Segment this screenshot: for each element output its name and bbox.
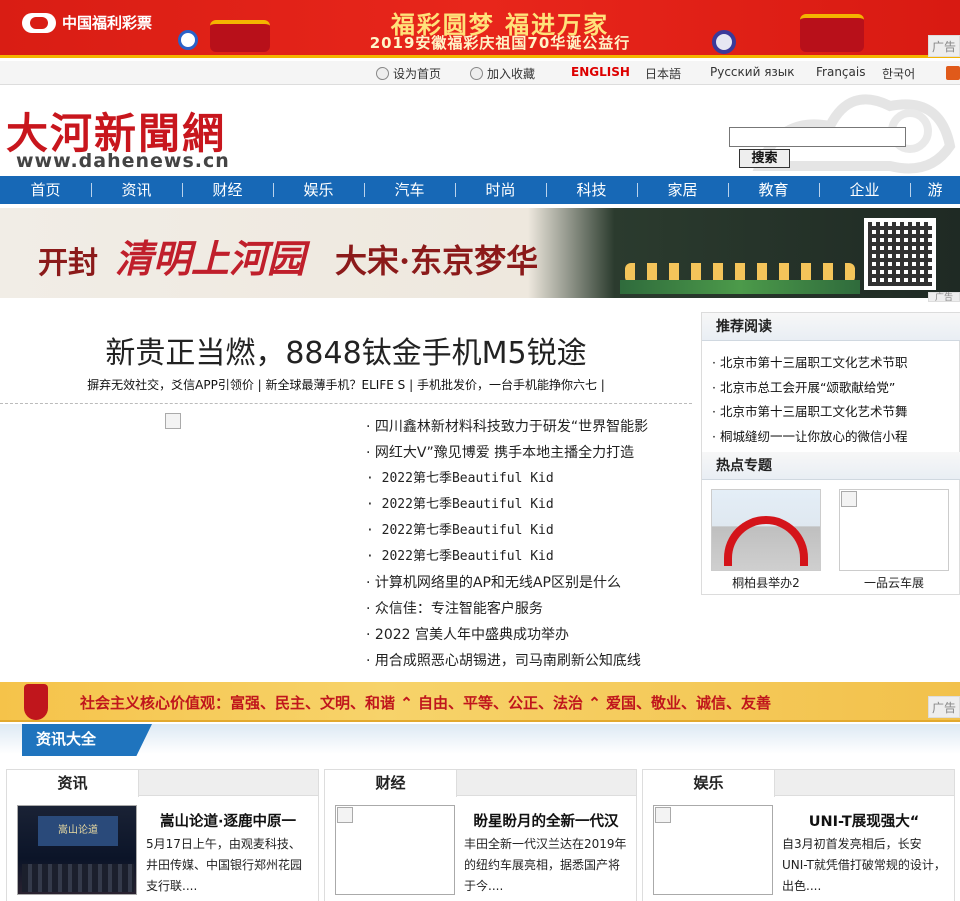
stage-lights-icon: [620, 280, 860, 294]
list-item[interactable]: · 2022第七季Beautiful Kid: [366, 518, 686, 544]
lottery-logo-icon: [22, 12, 56, 33]
recommend-heading: 推荐阅读: [702, 313, 960, 341]
lang-korean-link[interactable]: 한국어: [882, 65, 915, 82]
column-summary: 5月17日上午，由观麦科技、井田传媒、中国银行郑州花园支行联....: [146, 837, 303, 893]
banner-text-kaifeng: 开封: [38, 246, 98, 281]
gift-box-icon: [210, 20, 270, 52]
list-item[interactable]: · 北京市第十三届职工文化艺术节舞: [712, 400, 952, 425]
lang-russian-link[interactable]: Русский язык: [710, 65, 795, 79]
broken-image-icon: [337, 807, 353, 823]
list-item[interactable]: · 2022 宫美人年中盛典成功举办: [366, 622, 686, 648]
tab-news[interactable]: 资讯: [7, 770, 139, 797]
nav-item-home-living[interactable]: 家居: [637, 176, 728, 204]
sub-link[interactable]: 新全球最薄手机？ELIFE S: [266, 378, 406, 392]
column-summary: 丰田全新一代汉兰达在2019年的纽约车展亮相，据悉国产将于今....: [464, 837, 627, 893]
topic-image[interactable]: [839, 489, 949, 571]
divider: [0, 403, 692, 404]
nav-item-home[interactable]: 首页: [0, 176, 91, 204]
topic-image[interactable]: [711, 489, 821, 571]
welfare-lottery-logo: 中国福利彩票: [22, 12, 152, 33]
lottery-ball-icon: [178, 30, 198, 50]
banner-text-dream: 大宋·东京梦华: [335, 242, 539, 280]
list-item[interactable]: · 北京市总工会开展“颂歌献给党”: [712, 376, 952, 401]
broken-image-icon[interactable]: [165, 413, 181, 429]
list-item[interactable]: · 网红大V”豫见博爱 携手本地主播全力打造: [366, 440, 686, 466]
core-values-banner: 社会主义核心价值观：富强、民主、文明、和谐 ⌃ 自由、平等、公正、法治 ⌃ 爱国…: [0, 682, 960, 722]
qr-code-icon: [864, 218, 936, 290]
sub-link[interactable]: 摒弃无效社交，爻信APP引领价: [87, 378, 254, 392]
site-url: www.dahenews.cn: [16, 150, 230, 172]
sub-link[interactable]: 手机批发价，一台手机能挣你六七: [417, 378, 597, 392]
recommend-list: · 北京市第十三届职工文化艺术节职 · 北京市总工会开展“颂歌献给党” · 北京…: [712, 351, 952, 449]
ad-label: 广告: [928, 35, 960, 57]
hot-topics-heading: 热点专题: [702, 452, 960, 480]
tab-entertainment[interactable]: 娱乐: [643, 770, 775, 797]
section-title: 资讯大全: [22, 724, 152, 756]
lottery-ball-icon: [712, 30, 736, 54]
nav-item-news[interactable]: 资讯: [91, 176, 182, 204]
audience-icon: [22, 864, 134, 892]
nav-item-auto[interactable]: 汽车: [364, 176, 455, 204]
plus-icon: [470, 67, 483, 80]
list-item[interactable]: · 四川鑫林新材料科技致力于研发“世界智能影: [366, 414, 686, 440]
lang-japanese-link[interactable]: 日本語: [645, 65, 681, 82]
lang-french-link[interactable]: Français: [816, 65, 865, 79]
broken-image-icon: [655, 807, 671, 823]
gift-box-icon: [800, 14, 864, 52]
column-headline[interactable]: 盼星盼月的全新一代汉: [461, 810, 631, 831]
lang-english-link[interactable]: ENGLISH: [571, 65, 630, 79]
list-item[interactable]: · 计算机网络里的AP和无线AP区别是什么: [366, 570, 686, 596]
ad-label: 广告: [928, 696, 960, 718]
core-values-text: 社会主义核心价值观：富强、民主、文明、和谐 ⌃ 自由、平等、公正、法治 ⌃ 爱国…: [80, 694, 772, 712]
topic-caption[interactable]: 桐柏县举办2: [706, 574, 826, 591]
tab-finance[interactable]: 财经: [325, 770, 457, 797]
nav-item-business[interactable]: 企业: [819, 176, 910, 204]
banner-text-park: 清明上河园: [115, 236, 306, 281]
flag-icon: [946, 66, 960, 80]
column-headline[interactable]: UNI-T展现强大“: [779, 810, 949, 831]
add-favorite-link[interactable]: 加入收藏: [470, 65, 535, 82]
set-homepage-link[interactable]: 设为首页: [376, 65, 441, 82]
stage-screen-icon: 嵩山论道: [38, 816, 118, 846]
banner-subheadline: 2019安徽福彩庆祖国70华诞公益行: [369, 34, 631, 52]
lottery-ad-banner[interactable]: 中国福利彩票 福彩圆梦 福进万家 2019安徽福彩庆祖国70华诞公益行 广告: [0, 0, 960, 58]
nav-item-education[interactable]: 教育: [728, 176, 819, 204]
column-summary: 自3月初首发亮相后，长安UNI-T就凭借打破常规的设计，出色....: [782, 837, 946, 893]
list-item[interactable]: · 众信佳：专注智能客户服务: [366, 596, 686, 622]
search-input[interactable]: [729, 127, 906, 147]
arch-icon: [724, 516, 808, 566]
list-item[interactable]: · 2022第七季Beautiful Kid: [366, 544, 686, 570]
nav-item-finance[interactable]: 财经: [182, 176, 273, 204]
nav-item-travel[interactable]: 游: [910, 176, 960, 204]
column-image[interactable]: [653, 805, 773, 895]
list-item[interactable]: · 用合成照恶心胡锡进，司马南刷新公知底线: [366, 648, 686, 674]
headline-title[interactable]: 新贵正当燃，8848钛金手机M5锐途: [0, 328, 692, 372]
column-headline[interactable]: 嵩山论道·逐鹿中原一: [143, 810, 313, 831]
home-icon: [376, 67, 389, 80]
broken-image-icon: [841, 491, 857, 507]
list-item[interactable]: · 2022第七季Beautiful Kid: [366, 492, 686, 518]
nav-item-tech[interactable]: 科技: [546, 176, 637, 204]
headline-sub-links: 摒弃无效社交，爻信APP引领价 | 新全球最薄手机？ELIFE S | 手机批发…: [87, 378, 605, 392]
ad-label: 广告: [928, 292, 960, 303]
column-image[interactable]: 嵩山论道: [17, 805, 137, 895]
list-item[interactable]: · 北京市第十三届职工文化艺术节职: [712, 351, 952, 376]
emblem-icon: [24, 684, 48, 720]
list-item[interactable]: · 2022第七季Beautiful Kid: [366, 466, 686, 492]
main-nav: 首页 资讯 财经 娱乐 汽车 时尚 科技 家居 教育 企业 游: [0, 176, 960, 204]
topic-caption[interactable]: 一品云车展: [834, 574, 954, 591]
utility-bar: 设为首页 加入收藏 ENGLISH 日本語 Русский язык Franç…: [0, 61, 960, 85]
list-item[interactable]: · 桐城缝纫一一让你放心的微信小程: [712, 425, 952, 450]
news-list: · 四川鑫林新材料科技致力于研发“世界智能影 · 网红大V”豫见博爱 携手本地主…: [366, 414, 686, 674]
search-button[interactable]: 搜索: [739, 149, 790, 168]
nav-item-entertainment[interactable]: 娱乐: [273, 176, 364, 204]
column-image[interactable]: [335, 805, 455, 895]
nav-item-fashion[interactable]: 时尚: [455, 176, 546, 204]
kaifeng-ad-banner[interactable]: 开封 清明上河园 大宋·东京梦华: [0, 208, 960, 298]
